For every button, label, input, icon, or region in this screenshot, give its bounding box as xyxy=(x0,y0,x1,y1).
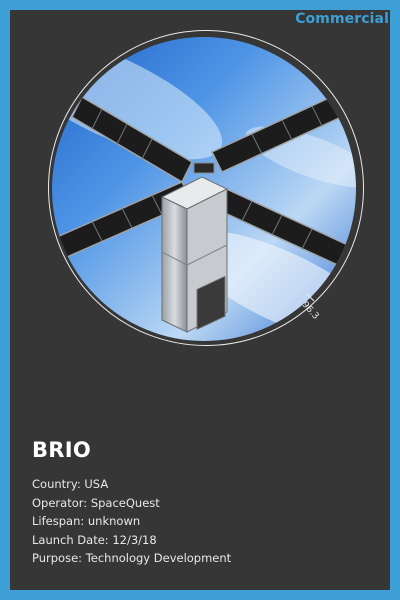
detail-value: Technology Development xyxy=(85,551,232,565)
satellite-card: Commercial 96.3 BRIO Country: USA Operat… xyxy=(10,10,390,590)
detail-country: Country: USA xyxy=(32,475,231,494)
category-label: Commercial xyxy=(295,11,389,27)
detail-label: Operator: xyxy=(32,495,88,510)
detail-value: unknown xyxy=(87,514,141,528)
satellite-name: BRIO xyxy=(32,438,92,462)
detail-label: Country: xyxy=(32,477,81,491)
orbit-angle-label: 96.3 xyxy=(299,300,321,322)
detail-launch-date: Launch Date: 12/3/18 xyxy=(32,531,231,550)
detail-lifespan: Lifespan: unknown xyxy=(32,512,231,531)
satellite-details: Country: USA Operator: SpaceQuest Lifesp… xyxy=(32,475,231,568)
detail-label: Launch Date: xyxy=(32,532,109,547)
detail-value: 12/3/18 xyxy=(112,532,157,547)
detail-label: Purpose: xyxy=(32,551,83,565)
detail-value: USA xyxy=(84,477,109,491)
detail-label: Lifespan: xyxy=(32,514,85,528)
detail-operator: Operator: SpaceQuest xyxy=(32,494,231,513)
detail-purpose: Purpose: Technology Development xyxy=(32,549,231,568)
detail-value: SpaceQuest xyxy=(90,495,160,510)
